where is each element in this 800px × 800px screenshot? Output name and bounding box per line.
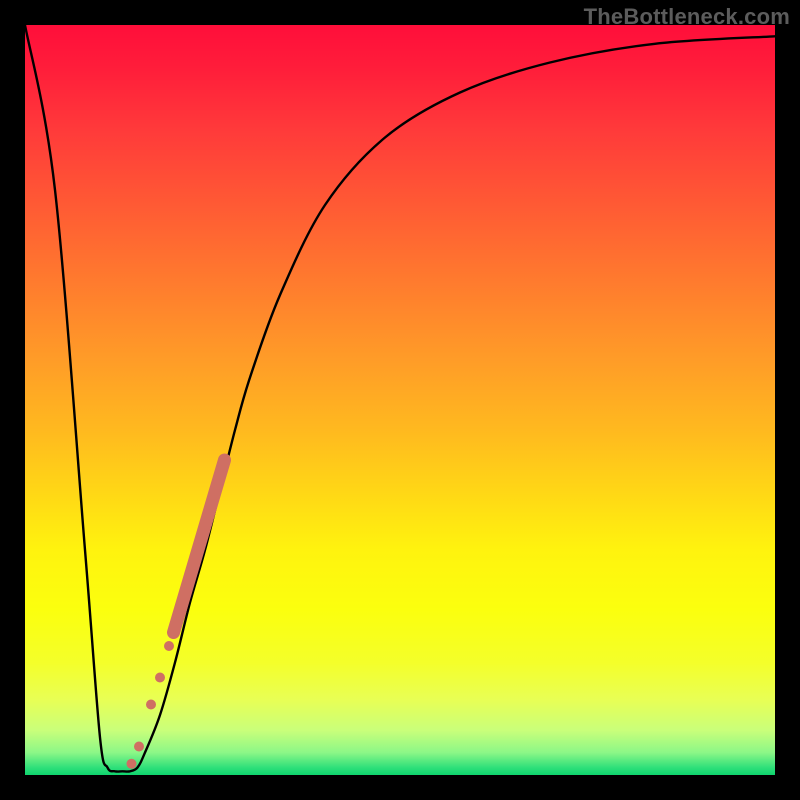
chart-frame: TheBottleneck.com xyxy=(0,0,800,800)
plot-area xyxy=(25,25,775,775)
bottleneck-curve-path xyxy=(25,25,775,772)
marker-dot xyxy=(127,759,137,769)
marker-dot xyxy=(146,700,156,710)
highlight-markers xyxy=(127,460,225,769)
marker-dot xyxy=(164,641,174,651)
marker-dot xyxy=(155,673,165,683)
chart-svg xyxy=(25,25,775,775)
marker-dot xyxy=(134,742,144,752)
marker-thick-segment xyxy=(174,460,225,633)
watermark-label: TheBottleneck.com xyxy=(584,4,790,30)
